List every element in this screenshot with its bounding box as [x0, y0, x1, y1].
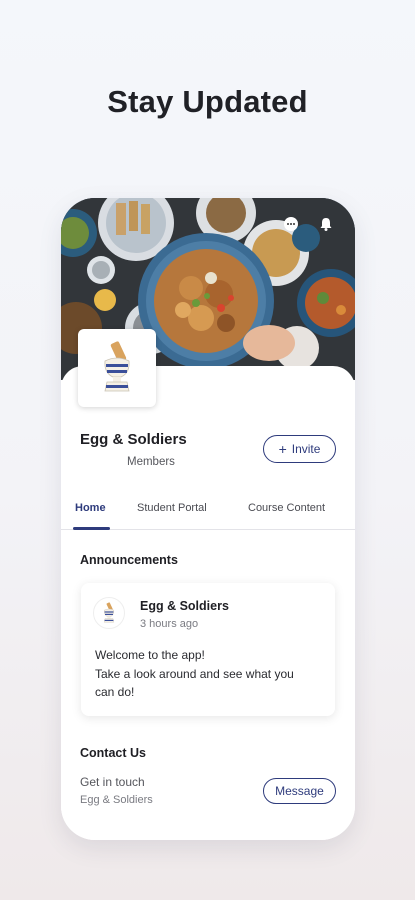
- post-author: Egg & Soldiers: [140, 599, 229, 613]
- contact-name: Egg & Soldiers: [80, 794, 153, 806]
- announcement-post[interactable]: Egg & Soldiers 3 hours ago Welcome to th…: [81, 583, 335, 716]
- invite-button[interactable]: + Invite: [263, 435, 336, 463]
- post-timestamp: 3 hours ago: [140, 618, 199, 630]
- chat-icon[interactable]: [283, 216, 299, 232]
- tab-course-content[interactable]: Course Content: [248, 502, 325, 514]
- contact-title: Contact Us: [80, 746, 146, 760]
- members-link[interactable]: Members: [127, 456, 175, 468]
- group-name: Egg & Soldiers: [80, 431, 187, 448]
- tab-student-portal[interactable]: Student Portal: [137, 502, 207, 514]
- invite-label: Invite: [291, 442, 321, 456]
- post-line: can do!: [95, 685, 135, 699]
- message-button[interactable]: Message: [263, 778, 336, 804]
- bell-icon[interactable]: [318, 216, 334, 232]
- post-line: Welcome to the app!: [95, 648, 205, 662]
- page-headline: Stay Updated: [107, 84, 308, 119]
- phone-mockup: Egg & Soldiers Members + Invite Home Stu…: [61, 198, 355, 840]
- plus-icon: +: [278, 441, 287, 457]
- egg-cup-icon: [103, 602, 115, 623]
- announcements-title: Announcements: [80, 553, 178, 567]
- post-body: Welcome to the app! Take a look around a…: [95, 646, 327, 702]
- egg-cup-icon: [104, 341, 130, 392]
- contact-subtitle: Get in touch: [80, 775, 145, 789]
- active-tab-indicator: [73, 527, 110, 530]
- tab-bar: Home Student Portal Course Content: [61, 494, 355, 530]
- tab-home[interactable]: Home: [75, 502, 106, 514]
- group-logo: [78, 329, 156, 407]
- avatar: [93, 597, 125, 629]
- post-line: Take a look around and see what you: [95, 666, 294, 681]
